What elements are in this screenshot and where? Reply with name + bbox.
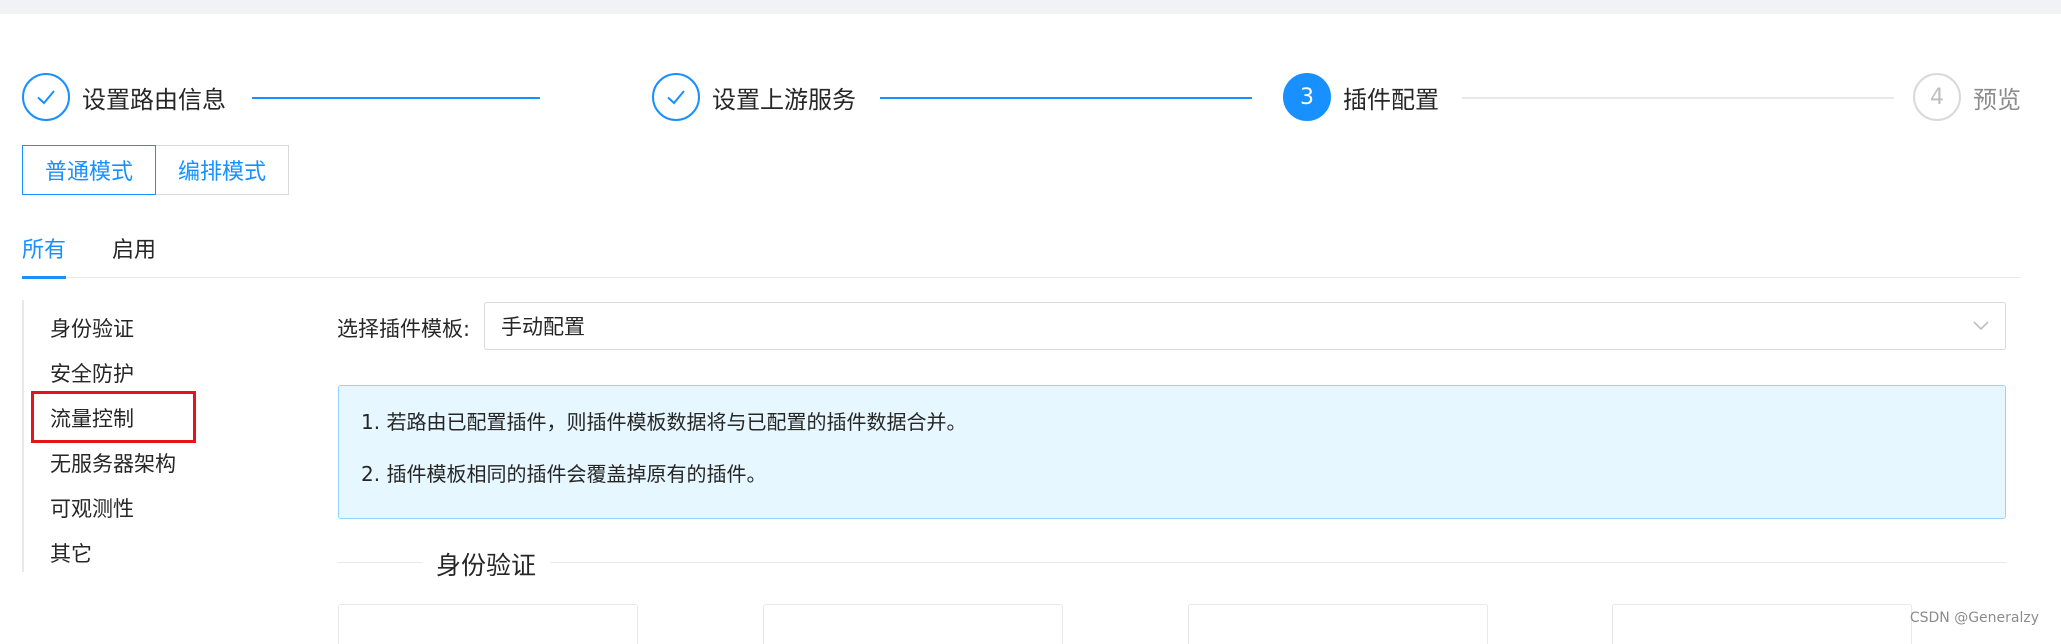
highlight-annotation xyxy=(31,391,196,443)
alert-line-2: 2. 插件模板相同的插件会覆盖掉原有的插件。 xyxy=(361,462,767,486)
menu-item-other[interactable]: 其它 xyxy=(50,538,92,568)
check-icon xyxy=(652,73,700,121)
watermark: CSDN @Generalzy xyxy=(1909,610,2039,626)
tab-all[interactable]: 所有 xyxy=(22,228,67,279)
mode-toggle: 普通模式 编排模式 xyxy=(22,145,290,195)
step-title: 预览 xyxy=(1973,85,2021,114)
step-title: 设置上游服务 xyxy=(712,85,856,114)
step-connector xyxy=(252,97,540,99)
info-alert: 1. 若路由已配置插件，则插件模板数据将与已配置的插件数据合并。 2. 插件模板… xyxy=(338,385,2006,519)
plugin-card[interactable] xyxy=(1188,604,1488,644)
step-title: 设置路由信息 xyxy=(82,85,226,114)
step-connector xyxy=(1462,97,1894,99)
section-divider xyxy=(338,562,2006,563)
plugin-tabs: 所有 启用 xyxy=(22,228,2020,279)
step-number: 4 xyxy=(1913,73,1961,121)
step-title: 插件配置 xyxy=(1343,85,1439,114)
template-label: 选择插件模板: xyxy=(337,317,471,341)
plugin-card[interactable] xyxy=(763,604,1063,644)
template-select[interactable]: 手动配置 xyxy=(484,302,2006,350)
menu-item-serverless[interactable]: 无服务器架构 xyxy=(50,448,176,478)
step-upstream[interactable]: 设置上游服务 xyxy=(652,71,856,123)
section-title: 身份验证 xyxy=(422,546,551,582)
step-connector xyxy=(880,97,1252,99)
step-plugin-config[interactable]: 3 插件配置 xyxy=(1283,71,1439,123)
normal-mode-button[interactable]: 普通模式 xyxy=(22,145,157,195)
step-route-info[interactable]: 设置路由信息 xyxy=(22,71,226,123)
menu-item-authentication[interactable]: 身份验证 xyxy=(50,313,134,343)
orchestration-mode-button[interactable]: 编排模式 xyxy=(156,145,290,195)
chevron-down-icon xyxy=(1973,321,1989,331)
steps-bar: 设置路由信息 设置上游服务 3 插件配置 4 预览 xyxy=(22,71,2022,123)
menu-item-observability[interactable]: 可观测性 xyxy=(50,493,134,523)
menu-item-security[interactable]: 安全防护 xyxy=(50,358,134,388)
template-value: 手动配置 xyxy=(501,315,585,339)
check-icon xyxy=(22,73,70,121)
plugin-card[interactable] xyxy=(338,604,638,644)
tab-enabled[interactable]: 启用 xyxy=(112,228,156,278)
top-bar xyxy=(0,0,2061,14)
plugin-card[interactable] xyxy=(1612,604,1912,644)
step-number: 3 xyxy=(1283,73,1331,121)
step-preview[interactable]: 4 预览 xyxy=(1913,71,2021,123)
alert-line-1: 1. 若路由已配置插件，则插件模板数据将与已配置的插件数据合并。 xyxy=(361,410,967,434)
